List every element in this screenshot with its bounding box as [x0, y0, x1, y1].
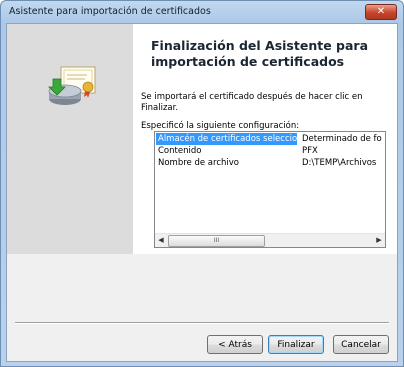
horizontal-scrollbar[interactable]: ◀ III ▶ — [155, 233, 385, 247]
list-item[interactable]: Nombre de archivo D:\TEMP\Archivos — [156, 157, 382, 169]
grip-icon: III — [213, 237, 220, 244]
certificate-icon — [48, 66, 96, 105]
list-item[interactable]: Contenido PFX — [156, 145, 382, 157]
close-icon: ✕ — [376, 6, 386, 17]
setting-value: PFX — [302, 146, 318, 156]
intro-text: Se importará el certificado después de h… — [141, 92, 363, 113]
setting-name: Contenido — [158, 146, 202, 156]
finish-button[interactable]: Finalizar — [268, 335, 324, 354]
scroll-left-icon[interactable]: ◀ — [155, 236, 167, 245]
setting-value: Determinado de fo — [302, 134, 382, 144]
page-title: Finalización del Asistente para importac… — [151, 38, 369, 69]
back-button[interactable]: < Atrás — [207, 335, 263, 354]
setting-name: Almacén de certificados seleccionado — [156, 133, 297, 145]
wizard-content: Finalización del Asistente para importac… — [133, 24, 397, 254]
setting-value: D:\TEMP\Archivos — [302, 158, 377, 168]
wizard-body: Finalización del Asistente para importac… — [6, 23, 398, 362]
settings-list[interactable]: Almacén de certificados seleccionado Det… — [154, 131, 386, 248]
close-button[interactable]: ✕ — [365, 4, 397, 20]
window-title: Asistente para importación de certificad… — [9, 6, 211, 17]
scroll-right-icon[interactable]: ▶ — [373, 236, 385, 245]
setting-name: Nombre de archivo — [158, 158, 239, 168]
footer-divider — [15, 322, 389, 324]
list-item[interactable]: Almacén de certificados seleccionado Det… — [156, 133, 382, 145]
wizard-sidebar — [7, 24, 133, 254]
title-bar[interactable]: Asistente para importación de certificad… — [1, 1, 403, 23]
cancel-button[interactable]: Cancelar — [333, 335, 389, 354]
config-label: Especificó la siguiente configuración: — [141, 121, 300, 131]
scroll-thumb[interactable]: III — [168, 235, 265, 247]
wizard-window: Asistente para importación de certificad… — [0, 0, 404, 367]
